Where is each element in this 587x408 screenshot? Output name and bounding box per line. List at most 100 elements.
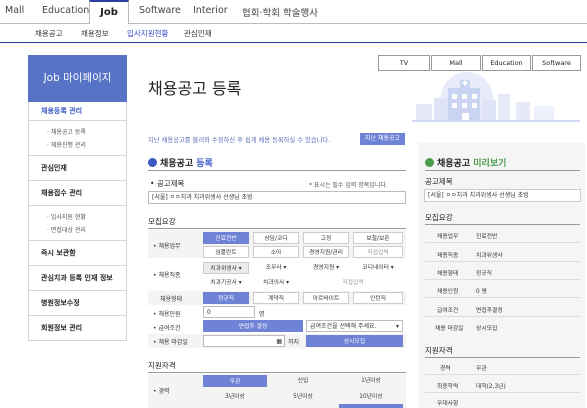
divider [425,261,580,262]
hospital-illustration-icon [412,72,580,122]
always-recruiting-button[interactable]: 상시모집 [306,335,403,347]
sidebar-sub-register[interactable]: · 채용공고 등록 [41,127,126,136]
page-title: 채용공고 등록 [148,79,242,98]
job-option[interactable]: 고정 [303,232,349,244]
preview-qualify-label: 지원자격 [425,346,453,355]
preview-title-box: [서울] ㅇㅇ치과 치과위생사 선생님 초빙 [424,189,581,202]
pay-after-interview-button[interactable]: 면접후 결정 [203,320,303,332]
subnav-job-info[interactable]: 채용정보 [81,28,109,39]
sidebar-item-registered-talent[interactable]: 관심치과 등록 인재 정보 [41,273,126,283]
divider [425,374,580,375]
subnav-job-postings[interactable]: 채용공고 [35,28,63,39]
count-input[interactable]: 0 [203,306,255,318]
career-option[interactable]: 10년이상 [339,391,403,403]
career-option[interactable]: 5년이상 [271,391,335,403]
sidebar-item-talent[interactable]: 관심인재 [41,163,126,173]
job-option[interactable]: 상담/코디 [253,232,299,244]
calendar-icon[interactable]: ▦ [276,336,282,347]
career-option[interactable]: 신입 [271,375,335,387]
divider [425,170,580,171]
sidebar-item-member-info[interactable]: 회원정보 관리 [41,323,126,333]
deadline-unit: 까지 [288,339,300,346]
type-dropdown[interactable]: 치과의사 ▾ [253,277,299,289]
sidebar-section-hospital: 병원정보수정 [29,291,126,316]
form-section-title: 채용공고 등록 [148,156,213,169]
count-field-label: • 채용인원 [153,311,181,318]
posting-title-input[interactable]: [서울] ㅇㅇ치과 치과위생사 선생님 초빙 [148,191,406,204]
subnav-application-status[interactable]: 입사지원현황 [127,28,168,39]
sidebar-item-job-posting[interactable]: 채용등록 관리 [41,106,126,116]
job-option[interactable]: 보철/보존 [353,232,403,244]
employ-field-label: 채용형태 [160,296,183,303]
sidebar-item-hospital-info[interactable]: 병원정보수정 [41,298,126,308]
tab-software[interactable]: Software [532,55,581,71]
sidebar-sub-group: · 채용공고 등록 · 채용진행 관리 [29,121,126,156]
sidebar-sub-progress[interactable]: · 채용진행 관리 [41,140,126,149]
tab-education[interactable]: Education [482,55,531,71]
top-nav: Mall Education Job Software Interior 협회·… [0,0,587,24]
sidebar-sub-apply-status[interactable]: · 입사지원 현황 [41,212,126,221]
nav-software[interactable]: Software [139,5,181,16]
nav-mall[interactable]: Mall [5,5,24,16]
sidebar-section-talent: 관심인재 [29,156,126,181]
job-option[interactable]: 임플란트 [203,246,249,258]
job-field-label: • 채용업무 [153,243,181,250]
sidebar-sub-interview-label: 면접대상 관리 [50,227,86,234]
divider [425,242,580,243]
career-option[interactable]: 무관 [203,375,267,387]
job-option[interactable]: 경영지원/관리 [303,246,349,258]
preview-key: 채용형태 [437,271,459,277]
career-field-label: • 경력 [153,388,170,395]
employ-option[interactable]: 정규직 [203,292,249,304]
sidebar-section-storage: 즉시 보관함 [29,241,126,266]
employ-option[interactable]: 아르바이트 [303,292,349,304]
nav-education[interactable]: Education [42,5,89,16]
load-previous-posting-button[interactable]: 지난 채용공고 [360,133,405,145]
required-note: * 표시는 필수 입력 항목입니다. [309,182,388,189]
sidebar-item-applications[interactable]: 채용접수 관리 [41,188,126,198]
sidebar-item-storage[interactable]: 즉시 보관함 [41,248,126,258]
type-direct-input[interactable]: 직접입력 [303,277,403,289]
preview-section-prefix: 채용공고 [437,159,471,169]
preview-value: 무관 [476,366,487,372]
type-dropdown[interactable]: 조무사 ▾ [253,262,299,274]
pay-select-value: 급여조건을 선택해 주세요. [310,323,377,330]
job-option[interactable]: 진료전반 [203,232,249,244]
preview-value: 진료전반 [476,234,498,240]
type-dropdown[interactable]: 치과위생사 ▾ [203,262,249,274]
career-option[interactable]: 1년이상 [339,375,403,387]
job-option[interactable]: 소아 [253,246,299,258]
type-dropdown[interactable]: 치과기공사 ▾ [203,277,249,289]
type-field-label: • 채용직종 [153,272,181,279]
pay-field-label: • 급여조건 [153,325,181,332]
tab-tv[interactable]: TV [378,55,430,71]
deadline-date-input[interactable]: ▦ [203,335,285,347]
sidebar-sub-interview[interactable]: · 면접대상 관리 [41,225,126,234]
preview-value: 치과위생사 [476,253,503,259]
preview-key: 최종학력 [437,384,459,390]
deadline-field-label: • 채용 마감일 [153,339,188,346]
pay-select[interactable]: 급여조건을 선택해 주세요. ▾ [306,320,403,332]
tab-mall[interactable]: Mall [431,55,481,71]
divider [425,357,580,358]
employ-option[interactable]: 인턴직 [353,292,403,304]
preview-recruit-label: 모집요강 [425,213,453,222]
employ-option[interactable]: 계약직 [253,292,299,304]
chevron-down-icon: ▾ [395,323,399,330]
career-option[interactable]: 3년이상 [203,391,267,403]
preview-key: 채용 마감일 [435,326,464,332]
nav-job[interactable]: Job [89,0,129,24]
job-direct-input[interactable]: 직접입력 [353,246,403,258]
sidebar-sub-group-2: · 입사지원 현황 · 면접대상 관리 [29,206,126,241]
type-dropdown[interactable]: 경영지원 ▾ [303,262,349,274]
preview-key: 우대사항 [437,401,459,407]
announcement-label-text: 공고제목 [156,179,185,188]
subnav-talent[interactable]: 관심인재 [184,28,212,39]
preview-key: 경력 [440,366,451,372]
nav-academic-events[interactable]: 협회·학회 학술행사 [242,5,318,19]
nav-interior[interactable]: Interior [193,5,228,16]
type-dropdown[interactable]: 코디네이터 ▾ [353,262,403,274]
form-section-prefix: 채용공고 [160,159,194,169]
preview-section-title: 채용공고 미리보기 [425,156,506,169]
sidebar-section-member: 회원정보 관리 [29,316,126,340]
